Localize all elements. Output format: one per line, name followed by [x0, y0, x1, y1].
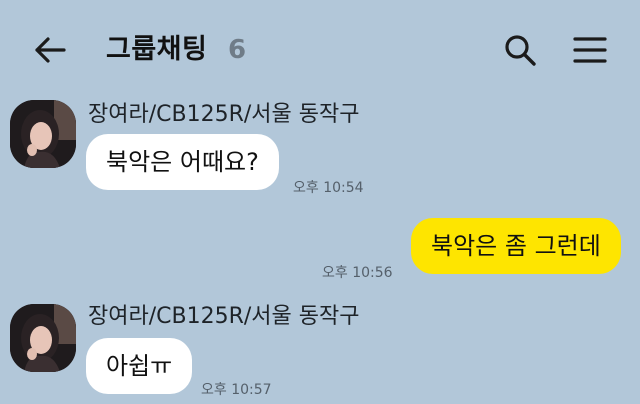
sender-name: 장여라/CB125R/서울 동작구	[88, 304, 360, 329]
arrow-left-icon	[35, 37, 66, 63]
search-icon	[505, 35, 536, 66]
member-count: 6	[228, 35, 247, 65]
search-button[interactable]	[500, 30, 540, 70]
sender-name: 장여라/CB125R/서울 동작구	[88, 102, 360, 127]
message-bubble[interactable]: 북악은 좀 그런데	[411, 218, 621, 274]
message-time: 오후 10:54	[293, 180, 364, 196]
back-button[interactable]	[30, 32, 70, 68]
message-time: 오후 10:57	[201, 382, 272, 398]
hamburger-menu-icon	[573, 37, 607, 63]
message-time: 오후 10:56	[322, 265, 393, 281]
message-bubble[interactable]: 아쉽ㅠ	[86, 338, 193, 394]
chat-title: 그룹채팅	[106, 34, 208, 65]
menu-button[interactable]	[568, 30, 612, 70]
avatar[interactable]	[10, 304, 76, 372]
profile-photo	[10, 304, 76, 372]
avatar[interactable]	[10, 100, 76, 168]
profile-photo	[10, 100, 76, 168]
message-bubble[interactable]: 북악은 어때요?	[86, 134, 279, 190]
chat-header: 그룹채팅 6	[0, 0, 640, 96]
